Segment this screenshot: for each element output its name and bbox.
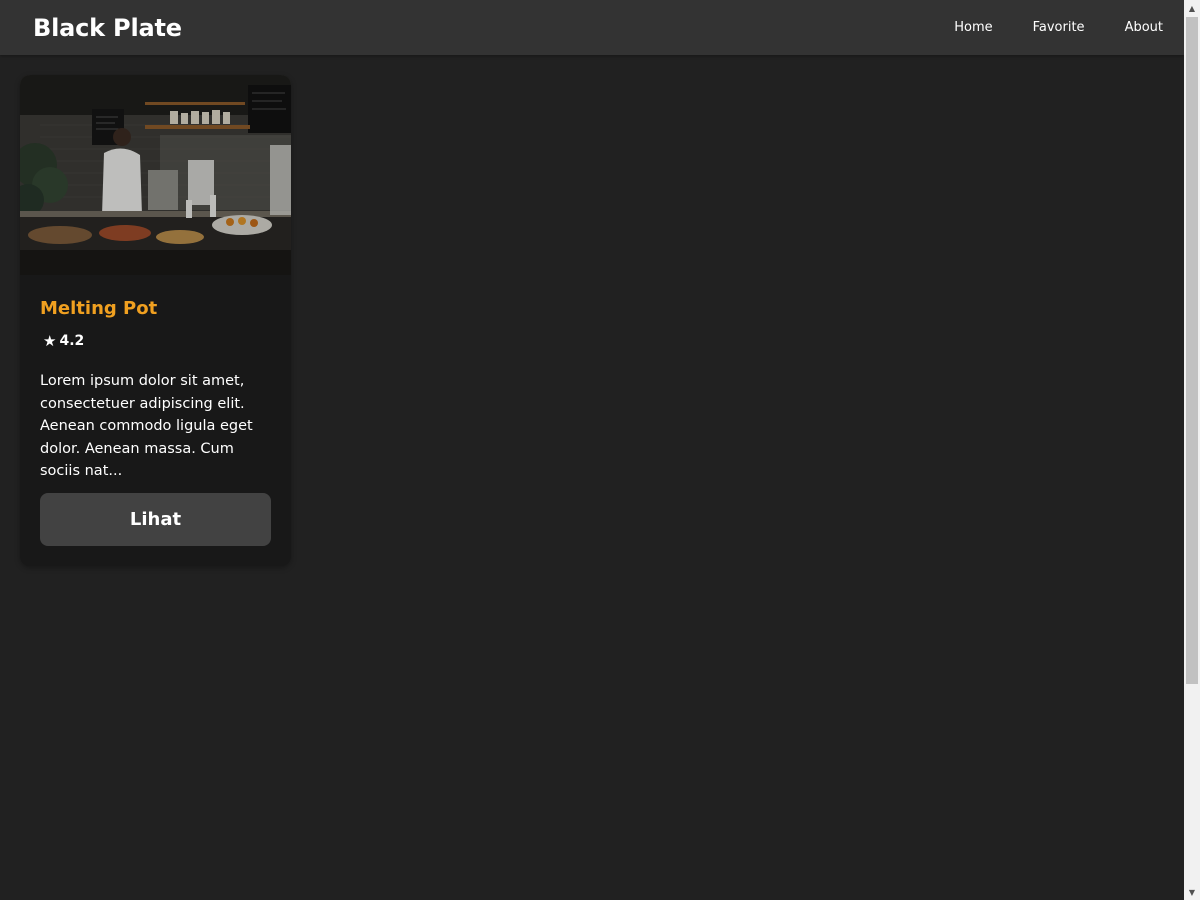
view-button[interactable]: Lihat [40, 493, 271, 546]
brand-logo[interactable]: Black Plate [33, 12, 182, 44]
scroll-up-arrow-icon[interactable]: ▲ [1184, 0, 1200, 16]
nav-menu: Home Favorite About [914, 0, 1163, 55]
page: Black Plate Home Favorite About Melting … [0, 0, 1184, 900]
star-icon: ★ [43, 332, 57, 350]
scroll-down-arrow-icon[interactable]: ▼ [1184, 884, 1200, 900]
rating: ★ 4.2 [43, 331, 84, 351]
scrollbar[interactable]: ▲ ▼ [1184, 0, 1200, 900]
navbar: Black Plate Home Favorite About [0, 0, 1184, 55]
restaurant-card: Melting Pot ★ 4.2 Lorem ipsum dolor sit … [20, 75, 291, 566]
restaurant-description: Lorem ipsum dolor sit amet, consectetuer… [40, 373, 253, 479]
rating-value: 4.2 [59, 333, 85, 349]
scroll-thumb[interactable] [1186, 17, 1198, 684]
restaurant-photo [20, 75, 291, 275]
nav-link-home[interactable]: Home [954, 20, 992, 35]
nav-link-favorite[interactable]: Favorite [1033, 20, 1085, 35]
restaurant-name: Melting Pot [40, 298, 158, 319]
nav-link-about[interactable]: About [1125, 20, 1163, 35]
